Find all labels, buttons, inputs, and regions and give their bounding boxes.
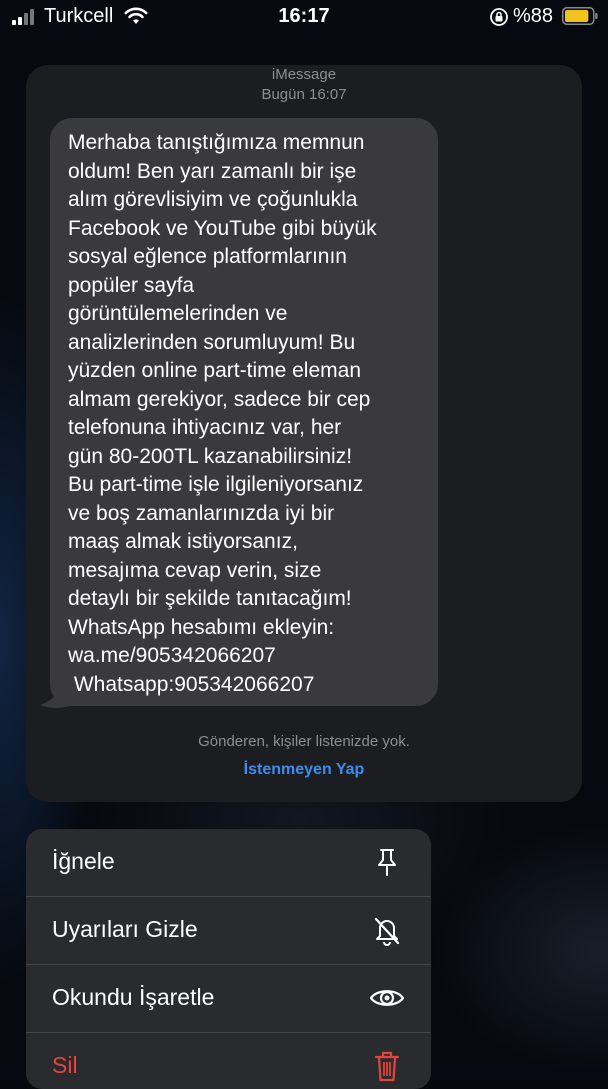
message-line: Facebook ve YouTube gibi büyük xyxy=(68,216,377,240)
message-timestamp: Bugün 16:07 xyxy=(261,86,347,103)
service-label: iMessage xyxy=(271,66,337,83)
message-line: almam gerekiyor, sadece bir cep xyxy=(68,387,371,411)
menu-item-label: İğnele xyxy=(52,848,115,874)
message-line: görüntülemelerinden ve xyxy=(68,302,288,325)
message-line: oldum! Ben yarı zamanlı bir işe xyxy=(68,159,357,183)
unknown-sender-note: Gönderen, kişiler listenizde yok. xyxy=(198,733,410,750)
message-line: analizlerinden sorumluyum! Bu xyxy=(68,330,356,354)
battery-percentage: %88 xyxy=(513,5,554,27)
report-junk-link[interactable]: İstenmeyen Yap xyxy=(26,761,582,779)
bell-slash-icon xyxy=(374,917,400,946)
message-line: Bu part-time işle ilgileniyorsanız xyxy=(68,473,364,496)
message-line: popüler sayfa xyxy=(68,273,195,297)
status-bar: Turkcell 16:17 %88 xyxy=(0,0,608,34)
message-line: gün 80-200TL kazanabilirsiniz! xyxy=(68,444,353,468)
trash-icon xyxy=(374,1051,400,1082)
message-line: ve boş zamanlarınızda iyi bir xyxy=(68,501,335,525)
message-line: detaylı bir şekilde tanıtacağım! xyxy=(68,587,352,610)
eye-icon xyxy=(370,990,404,1006)
message-bubble[interactable]: Merhaba tanıştığımıza memnun oldum! Ben y… xyxy=(50,118,438,706)
menu-item-pin[interactable]: İğnele xyxy=(26,829,431,897)
message-preview-card[interactable]: iMessage Bugün 16:07 Merhaba tanıştığımı… xyxy=(26,65,582,802)
message-text: Merhaba tanıştığımıza memnun oldum! Ben y… xyxy=(68,129,433,699)
message-line: Merhaba tanıştığımıza memnun xyxy=(68,131,365,154)
menu-item-hide-alerts[interactable]: Uyarıları Gizle xyxy=(26,897,431,965)
menu-item-label: Sil xyxy=(52,1052,78,1078)
message-line: alım görevlisiyim ve çoğunlukla xyxy=(68,188,358,211)
battery-icon xyxy=(562,7,598,25)
message-line: WhatsApp hesabımı ekleyin: xyxy=(68,615,335,639)
message-line: wa.me/905342066207 xyxy=(68,644,276,667)
menu-item-mark-read[interactable]: Okundu İşaretle xyxy=(26,965,431,1033)
message-line: yüzden online part-time eleman xyxy=(68,359,361,382)
orientation-lock-icon xyxy=(490,8,508,26)
menu-item-delete[interactable]: Sil xyxy=(26,1033,431,1089)
pin-icon xyxy=(378,849,396,876)
menu-item-label: Okundu İşaretle xyxy=(52,984,215,1010)
message-line: mesajıma cevap verin, size xyxy=(68,558,322,582)
menu-item-label: Uyarıları Gizle xyxy=(52,916,198,942)
context-menu: İğnele Uyarıları Gizle Okundu İşaretle S… xyxy=(26,829,431,1089)
message-line: sosyal eğlence platformlarının xyxy=(68,245,347,268)
message-line: telefonuna ihtiyacınız var, her xyxy=(68,416,342,439)
message-line: maaş almak istiyorsanız, xyxy=(68,530,298,553)
message-line: Whatsapp:905342066207 xyxy=(68,672,315,696)
